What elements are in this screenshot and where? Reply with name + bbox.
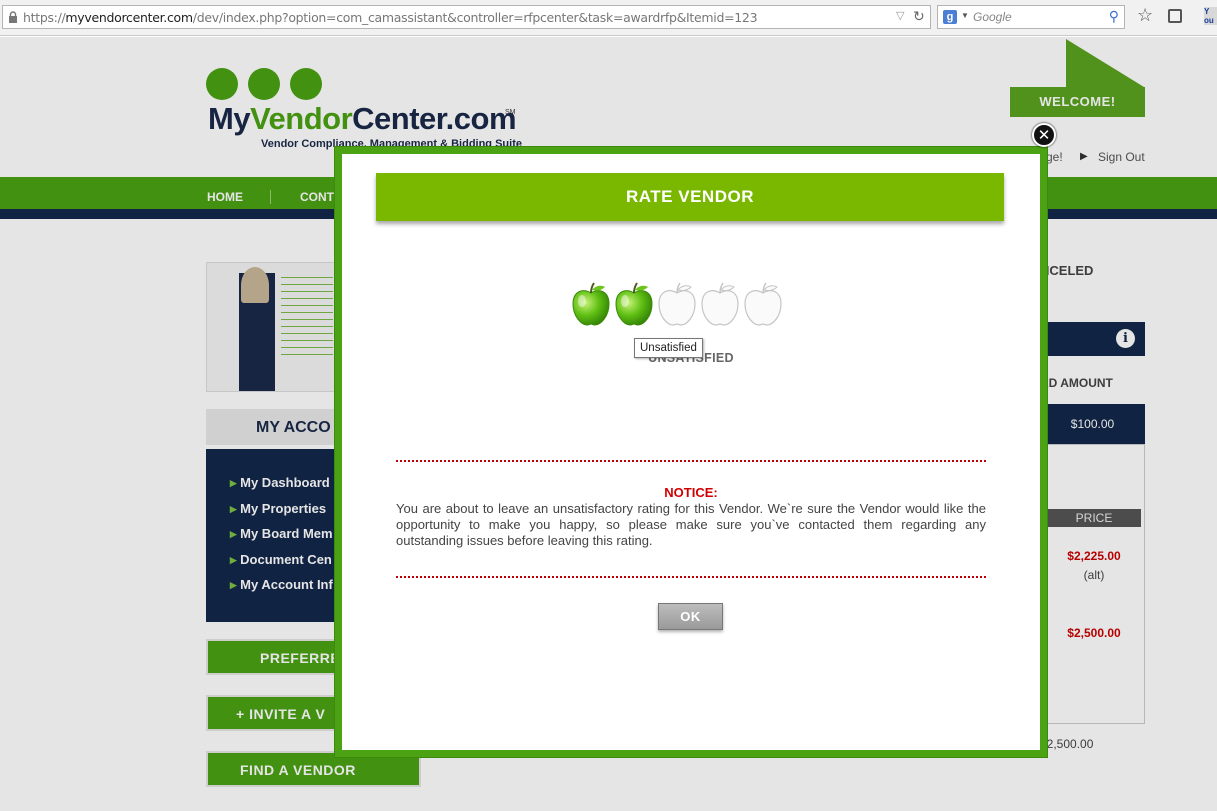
browser-toolbar: https://myvendorcenter.com/dev/index.php…	[0, 0, 1217, 36]
notice-divider-top	[396, 460, 986, 462]
rate-vendor-modal: RATE VENDOR UNSATISFIED Unsatisfied NOTI…	[335, 147, 1047, 757]
url-dropdown-icon[interactable]: ▽	[896, 9, 904, 22]
search-box[interactable]: g ▼ Google ⚲	[937, 5, 1125, 29]
extension-icon[interactable]: You	[1204, 7, 1217, 25]
apple-rating-icon-filled[interactable]	[614, 282, 654, 326]
lock-icon	[9, 11, 17, 23]
address-bar[interactable]: https://myvendorcenter.com/dev/index.php…	[2, 5, 931, 29]
search-engine-dropdown-icon[interactable]: ▼	[961, 11, 969, 20]
notice-title: NOTICE:	[664, 485, 718, 500]
url-text: https://myvendorcenter.com/dev/index.php…	[23, 10, 758, 25]
google-icon[interactable]: g	[943, 10, 957, 24]
bookmarks-menu-icon[interactable]	[1168, 9, 1182, 23]
rating-tooltip: Unsatisfied	[634, 338, 703, 358]
close-icon[interactable]: ✕	[1032, 123, 1056, 147]
modal-title: RATE VENDOR	[376, 173, 1004, 221]
apple-rating-icon-empty[interactable]	[743, 282, 783, 326]
notice-divider-bottom	[396, 576, 986, 578]
apple-rating-icon-empty[interactable]	[657, 282, 697, 326]
search-input[interactable]: Google	[973, 10, 1012, 24]
bookmark-star-icon[interactable]: ☆	[1137, 5, 1153, 26]
apple-rating-icon-filled[interactable]	[571, 282, 611, 326]
search-icon[interactable]: ⚲	[1109, 8, 1119, 25]
ok-button[interactable]: OK	[658, 603, 723, 630]
apple-rating-icon-empty[interactable]	[700, 282, 740, 326]
apple-rating[interactable]	[571, 278, 791, 328]
notice-body: You are about to leave an unsatisfactory…	[396, 501, 986, 548]
reload-icon[interactable]: ↻	[913, 8, 925, 25]
